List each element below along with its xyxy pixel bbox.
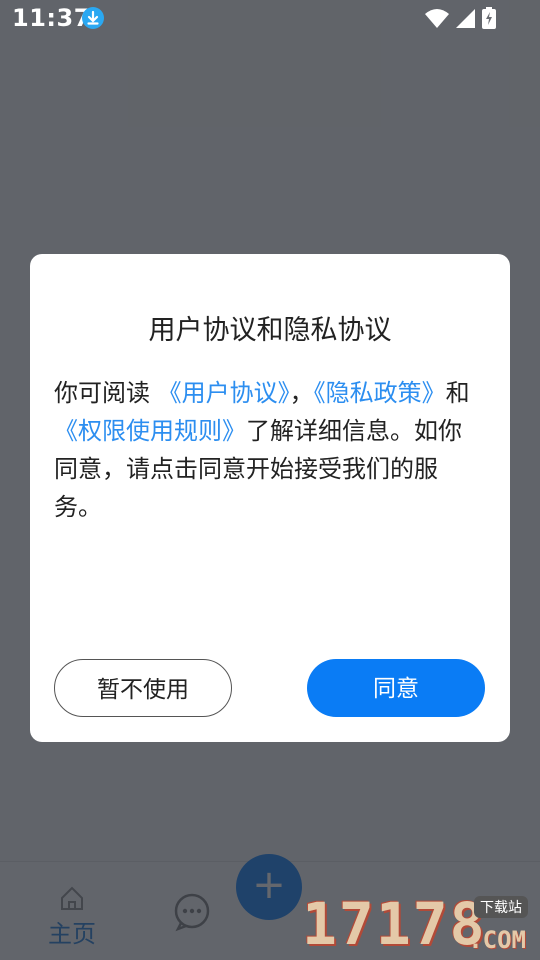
battery-charging-icon — [482, 7, 496, 29]
wifi-icon — [425, 9, 449, 28]
watermark-badge: 下载站 — [474, 896, 528, 918]
download-icon — [82, 7, 104, 29]
watermark-digits: 17178 — [302, 890, 487, 958]
decline-button[interactable]: 暂不使用 — [54, 659, 232, 717]
status-time: 11:37 — [12, 4, 91, 32]
permission-rules-link[interactable]: 《权限使用规则》 — [54, 417, 246, 445]
privacy-policy-link[interactable]: 《隐私政策》 — [314, 379, 446, 407]
body-text-2: 和 — [445, 379, 470, 407]
dialog-body: 你可阅读 《用户协议》，《隐私政策》和《权限使用规则》了解详细信息。如你同意，请… — [54, 374, 484, 526]
signal-icon — [456, 9, 475, 28]
watermark-logo: 17178 下载站 .COM — [302, 890, 532, 958]
status-icons — [424, 7, 504, 29]
watermark-suffix: .COM — [468, 926, 526, 954]
user-agreement-link[interactable]: 《用户协议》 — [158, 379, 290, 407]
agree-button[interactable]: 同意 — [307, 659, 485, 717]
body-text-1: 你可阅读 — [54, 379, 158, 407]
agreement-dialog: 用户协议和隐私协议 你可阅读 《用户协议》，《隐私政策》和《权限使用规则》了解详… — [30, 254, 510, 742]
body-separator: ， — [289, 379, 314, 407]
dialog-title: 用户协议和隐私协议 — [148, 315, 392, 346]
status-bar: 11:37 — [0, 0, 540, 36]
